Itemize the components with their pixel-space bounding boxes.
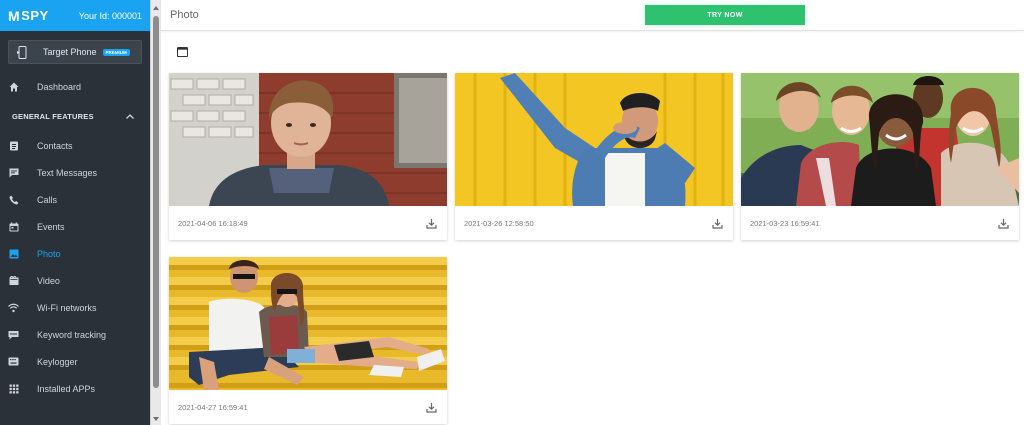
sidebar-item-label: Installed APPs: [37, 383, 96, 394]
keyword-icon: [8, 329, 19, 340]
top-bar: Photo TRY NOW: [161, 0, 1024, 31]
sidebar-item-label: Events: [37, 221, 65, 232]
sidebar-item-label: Keyword tracking: [37, 329, 107, 340]
sidebar: M SPY Your Id: 000001 Target Phone PREMI…: [0, 0, 150, 425]
sidebar-item-label: Text Messages: [37, 167, 98, 178]
premium-badge: PREMIUM: [102, 48, 130, 56]
sidebar-item-label: Video: [37, 275, 60, 286]
photo-thumbnail[interactable]: [741, 73, 1019, 206]
photo-card[interactable]: 2021-04-27 16:59:41: [169, 257, 447, 424]
message-icon: [8, 167, 19, 178]
sidebar-item-installed-apps[interactable]: Installed APPs: [0, 375, 150, 402]
download-icon[interactable]: [426, 218, 437, 229]
photo-meta: 2021-03-23 16:59:41: [741, 206, 1019, 240]
logo[interactable]: M SPY: [8, 8, 49, 24]
photo-group-selfie: [741, 73, 1019, 206]
sidebar-item-contacts[interactable]: Contacts: [0, 132, 150, 159]
download-icon[interactable]: [998, 218, 1009, 229]
photo-timestamp: 2021-04-27 16:59:41: [178, 402, 248, 412]
calendar-icon[interactable]: [177, 46, 188, 57]
sidebar-item-label: Keylogger: [37, 356, 78, 367]
photo-meta: 2021-04-27 16:59:41: [169, 390, 447, 424]
photo-young-man-brick-wall: [169, 73, 447, 206]
chevron-up-icon: [126, 113, 134, 119]
calendar-icon: [8, 221, 19, 232]
photo-timestamp: 2021-04-06 16:18:49: [178, 218, 248, 228]
brand-bar: M SPY Your Id: 000001: [0, 0, 150, 31]
sidebar-item-photo[interactable]: Photo: [0, 240, 150, 267]
sidebar-scrollbar[interactable]: [150, 0, 161, 425]
try-now-button[interactable]: TRY NOW: [645, 5, 805, 25]
target-phone-label: Target Phone: [43, 47, 97, 57]
download-icon[interactable]: [426, 402, 437, 413]
section-label: GENERAL FEATURES: [12, 111, 94, 121]
sidebar-item-label: Photo: [37, 248, 61, 259]
photo-man-dabbing-yellow: [455, 73, 733, 206]
scroll-down-arrow-icon[interactable]: [153, 417, 159, 421]
target-phone-selector[interactable]: Target Phone PREMIUM: [8, 40, 142, 64]
contacts-icon: [8, 140, 19, 151]
phone-sync-icon: [17, 45, 27, 59]
photo-thumbnail[interactable]: [169, 73, 447, 206]
user-id: Your Id: 000001: [78, 10, 142, 21]
page-title: Photo: [170, 9, 199, 21]
photo-couple-bleachers: [169, 257, 447, 390]
photo-card[interactable]: 2021-04-06 16:18:49: [169, 73, 447, 240]
wifi-icon: [8, 302, 19, 313]
photo-meta: 2021-03-26 12:58:50: [455, 206, 733, 240]
main-content: Photo TRY NOW 2021-04-06 16:18:49 2021-0…: [161, 0, 1024, 425]
photo-card[interactable]: 2021-03-26 12:58:50: [455, 73, 733, 240]
photo-card[interactable]: 2021-03-23 16:59:41: [741, 73, 1019, 240]
sidebar-item-text-messages[interactable]: Text Messages: [0, 159, 150, 186]
home-icon: [8, 81, 19, 92]
sidebar-item-keyword-tracking[interactable]: Keyword tracking: [0, 321, 150, 348]
download-icon[interactable]: [712, 218, 723, 229]
sidebar-item-keylogger[interactable]: Keylogger: [0, 348, 150, 375]
photo-timestamp: 2021-03-26 12:58:50: [464, 218, 534, 228]
sidebar-item-events[interactable]: Events: [0, 213, 150, 240]
phone-icon: [8, 194, 19, 205]
photo-meta: 2021-04-06 16:18:49: [169, 206, 447, 240]
keyboard-icon: [8, 356, 19, 367]
video-icon: [8, 275, 19, 286]
sidebar-item-dashboard[interactable]: Dashboard: [0, 73, 150, 100]
section-general-features[interactable]: GENERAL FEATURES: [0, 100, 150, 132]
logo-mark: M: [8, 7, 21, 24]
scroll-up-arrow-icon[interactable]: [153, 6, 159, 10]
sidebar-item-label: Dashboard: [37, 81, 82, 92]
logo-text: SPY: [21, 8, 49, 23]
sidebar-item-label: Wi-Fi networks: [37, 302, 97, 313]
sidebar-item-calls[interactable]: Calls: [0, 186, 150, 213]
sidebar-item-label: Calls: [37, 194, 58, 205]
sidebar-item-label: Contacts: [37, 140, 73, 151]
image-icon: [8, 248, 19, 259]
sidebar-item-video[interactable]: Video: [0, 267, 150, 294]
photo-timestamp: 2021-03-23 16:59:41: [750, 218, 820, 228]
photo-thumbnail[interactable]: [455, 73, 733, 206]
apps-grid-icon: [8, 383, 19, 394]
sidebar-item-wifi[interactable]: Wi-Fi networks: [0, 294, 150, 321]
scrollbar-thumb[interactable]: [153, 16, 159, 388]
app-window: M SPY Your Id: 000001 Target Phone PREMI…: [0, 0, 1024, 425]
photo-thumbnail[interactable]: [169, 257, 447, 390]
